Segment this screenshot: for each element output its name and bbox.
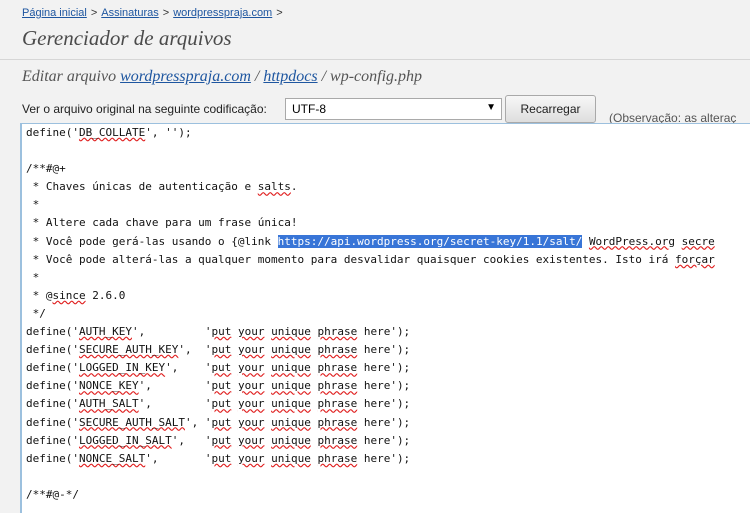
code-editor[interactable]: define('DB_COLLATE', ''); /**#@+ * Chave… bbox=[20, 123, 750, 513]
title-divider bbox=[0, 59, 750, 60]
code-line: define('LOGGED_IN_SALT', 'put your uniqu… bbox=[26, 433, 411, 447]
code-content[interactable]: define('DB_COLLATE', ''); /**#@+ * Chave… bbox=[22, 124, 750, 504]
code-line: * bbox=[26, 270, 40, 284]
encoding-select[interactable]: UTF-8 ▼ bbox=[285, 98, 502, 120]
page-title: Gerenciador de arquivos bbox=[22, 26, 232, 50]
code-line: */ bbox=[26, 306, 46, 320]
code-line: * bbox=[26, 198, 40, 212]
code-line: /**#@-*/ bbox=[26, 487, 79, 501]
breadcrumb-separator: > bbox=[276, 7, 283, 19]
code-line: * Você pode alterá-las a qualquer moment… bbox=[26, 252, 715, 266]
encoding-selected-value: UTF-8 bbox=[292, 102, 326, 116]
code-line: define('NONCE_KEY', 'put your unique phr… bbox=[26, 379, 411, 393]
code-line: define('AUTH_KEY', 'put your unique phra… bbox=[26, 325, 411, 339]
breadcrumb-link-home[interactable]: Página inicial bbox=[22, 7, 87, 19]
encoding-label: Ver o arquivo original na seguinte codif… bbox=[22, 102, 267, 116]
path-separator: / bbox=[254, 68, 260, 85]
code-line: * Chaves únicas de autenticação e salts. bbox=[26, 180, 298, 194]
code-line: define('SECURE_AUTH_KEY', 'put your uniq… bbox=[26, 343, 411, 357]
code-line: * @since 2.6.0 bbox=[26, 288, 126, 302]
dropdown-arrow-icon: ▼ bbox=[486, 102, 496, 113]
code-line: * Altere cada chave para um frase única! bbox=[26, 216, 298, 230]
path-link-httpdocs[interactable]: httpdocs bbox=[263, 68, 317, 85]
code-line: define('NONCE_SALT', 'put your unique ph… bbox=[26, 451, 411, 465]
selected-text: https://api.wordpress.org/secret-key/1.1… bbox=[277, 234, 583, 248]
reload-button[interactable]: Recarregar bbox=[505, 95, 596, 123]
code-line: define('LOGGED_IN_KEY', 'put your unique… bbox=[26, 361, 411, 375]
code-line: define('AUTH_SALT', 'put your unique phr… bbox=[26, 397, 411, 411]
code-line: define('SECURE_AUTH_SALT', 'put your uni… bbox=[26, 415, 411, 429]
edit-file-prefix: Editar arquivo bbox=[22, 68, 117, 85]
edit-file-path: Editar arquivo wordpresspraja.com / http… bbox=[22, 68, 422, 86]
breadcrumb-separator: > bbox=[162, 7, 170, 19]
breadcrumb-link-domain[interactable]: wordpresspraja.com bbox=[173, 7, 272, 19]
path-current-file: wp-config.php bbox=[330, 68, 423, 85]
code-line: * Você pode gerá-las usando o {@link htt… bbox=[26, 234, 715, 248]
code-line: define('DB_COLLATE', ''); bbox=[26, 126, 192, 139]
breadcrumb: Página inicial > Assinaturas > wordpresspraj… bbox=[22, 7, 287, 19]
path-link-domain[interactable]: wordpresspraja.com bbox=[120, 68, 251, 85]
breadcrumb-separator: > bbox=[90, 7, 98, 19]
breadcrumb-link-subscriptions[interactable]: Assinaturas bbox=[101, 7, 158, 19]
path-separator: / bbox=[321, 68, 327, 85]
code-line: /**#@+ bbox=[26, 162, 66, 176]
